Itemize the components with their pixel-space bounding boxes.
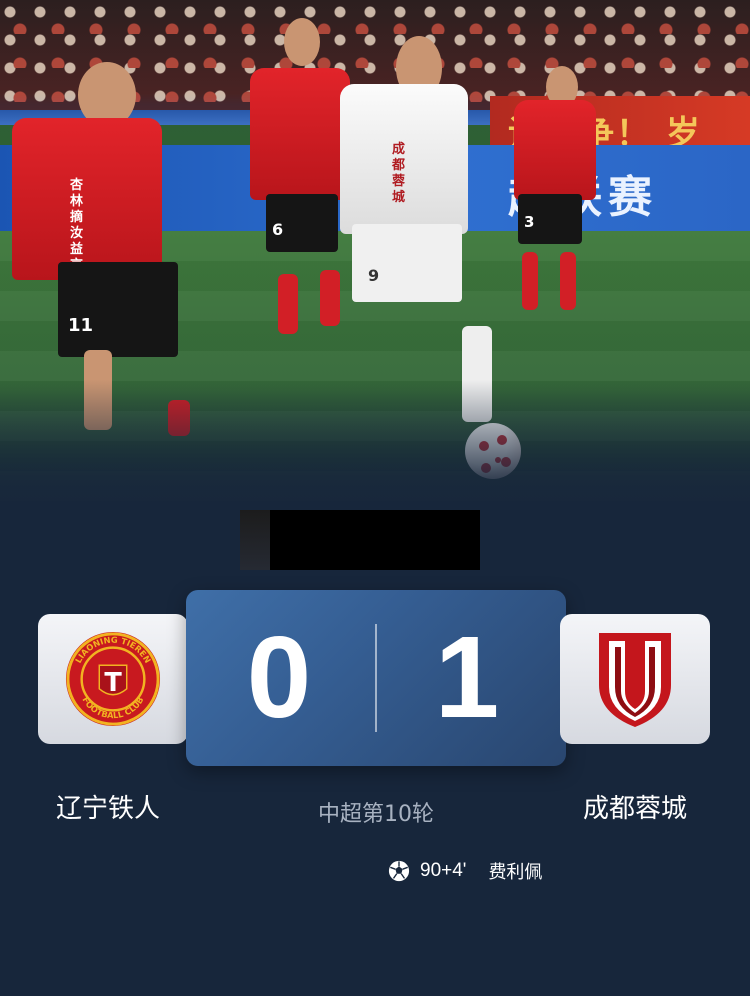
svg-text:T: T <box>104 668 122 698</box>
home-score: 0 <box>246 612 312 742</box>
goal-minute: 90+4' <box>420 860 467 881</box>
jersey-number: 6 <box>272 220 284 239</box>
away-team-logo-tile[interactable] <box>560 614 710 744</box>
competition-round: 中超第10轮 <box>318 802 434 827</box>
goal-event: 90+4' 费利佩 <box>388 858 542 884</box>
away-score: 1 <box>434 612 500 742</box>
redacted-title <box>240 510 480 570</box>
jersey-sponsor-text: 杏林摘汝 <box>70 178 84 241</box>
chengdu-rongcheng-logo <box>599 633 671 727</box>
score-divider <box>375 624 377 732</box>
soccer-ball-icon <box>388 860 410 882</box>
jersey-number: 3 <box>524 213 535 231</box>
home-team-name[interactable]: 辽宁铁人 <box>56 788 160 825</box>
jersey-sponsor-text: 成都蓉城 <box>392 142 406 205</box>
home-team-logo-tile[interactable]: LIAONING TIEREN FOOTBALL CLUB T <box>38 614 188 744</box>
hero-fade-overlay <box>0 380 750 520</box>
jersey-number: 11 <box>68 315 94 336</box>
score-panel[interactable]: 0 1 <box>186 590 566 766</box>
jersey-number: 9 <box>368 266 380 285</box>
liaoning-tieren-logo: LIAONING TIEREN FOOTBALL CLUB T <box>65 631 161 727</box>
goal-scorer[interactable]: 费利佩 <box>488 858 542 884</box>
hero-photo: 谁解争！ 岁月 超联赛 杏林摘汝 益京世界 11 6 成都蓉城 9 <box>0 0 750 520</box>
away-team-name[interactable]: 成都蓉城 <box>583 788 687 825</box>
